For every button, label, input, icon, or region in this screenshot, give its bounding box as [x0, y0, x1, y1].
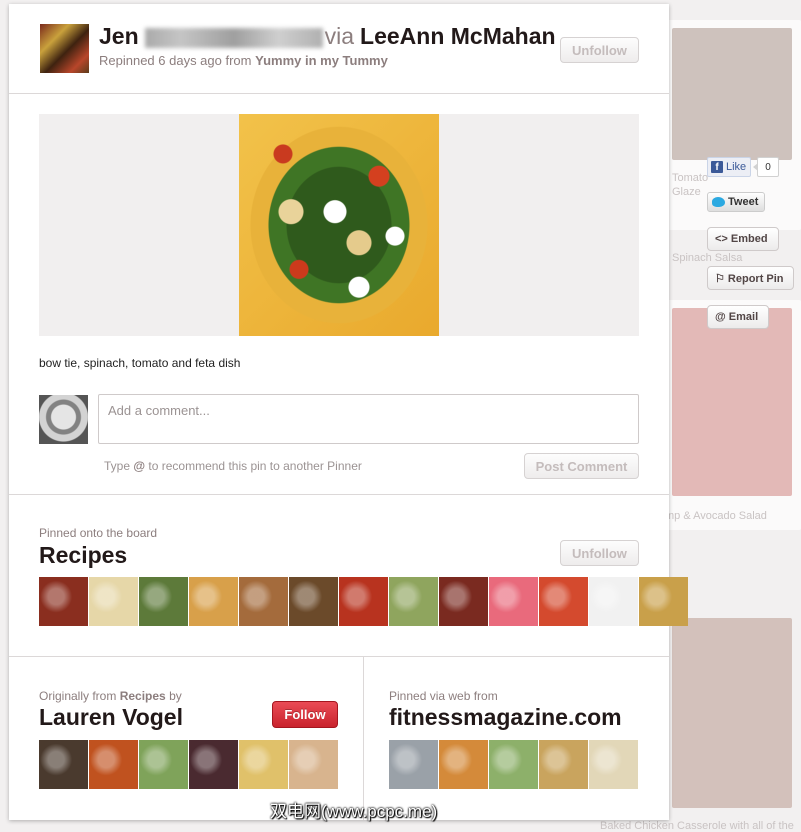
- redacted-surname: [144, 28, 323, 48]
- pin-thumbnail[interactable]: [139, 577, 188, 626]
- source-domain[interactable]: fitnessmagazine.com: [389, 704, 622, 731]
- pin-thumbnail[interactable]: [189, 740, 238, 789]
- pin-closeup-card: Jen via LeeAnn McMahan Repinned 6 days a…: [9, 4, 688, 820]
- pin-thumbnail[interactable]: [239, 740, 288, 789]
- twitter-bird-icon: [712, 197, 725, 207]
- pin-description: bow tie, spinach, tomato and feta dish: [39, 356, 241, 370]
- background-pin-caption: Baked Chicken Casserole with all of the: [600, 820, 794, 832]
- pin-thumbnail[interactable]: [39, 740, 88, 789]
- origin-label: Originally from Recipes by: [39, 689, 182, 703]
- pin-thumbnail[interactable]: [489, 577, 538, 626]
- background-pin-caption: mp & Avocado Salad: [665, 510, 767, 522]
- comment-input[interactable]: [98, 394, 639, 444]
- like-label: Like: [726, 161, 747, 173]
- follow-button[interactable]: Follow: [272, 701, 338, 728]
- like-count: 0: [753, 157, 779, 177]
- mention-at: @: [133, 459, 146, 473]
- pin-thumbnail[interactable]: [389, 740, 438, 789]
- divider: [9, 656, 669, 657]
- origin-label-suffix: by: [169, 689, 182, 703]
- pin-thumbnail[interactable]: [539, 577, 588, 626]
- tweet-button[interactable]: Tweet: [707, 192, 765, 212]
- background-pin-image: [672, 28, 792, 160]
- pin-thumbnail[interactable]: [89, 577, 138, 626]
- mention-hint: Type @ to recommend this pin to another …: [104, 459, 362, 473]
- pin-thumbnail[interactable]: [639, 577, 688, 626]
- via-pinner-name[interactable]: LeeAnn McMahan: [360, 23, 556, 50]
- watermark: 双电网(www.pcpc.me): [270, 802, 438, 821]
- pin-thumbnail[interactable]: [39, 577, 88, 626]
- source-thumbnails: [389, 740, 638, 789]
- pin-thumbnail[interactable]: [339, 577, 388, 626]
- pin-thumbnail[interactable]: [239, 577, 288, 626]
- board-thumbnails: [39, 577, 688, 626]
- board-name[interactable]: Recipes: [39, 542, 127, 569]
- pin-thumbnail[interactable]: [189, 577, 238, 626]
- pin-thumbnail[interactable]: [589, 740, 638, 789]
- divider: [9, 494, 669, 495]
- divider: [9, 93, 669, 94]
- pin-thumbnail[interactable]: [489, 740, 538, 789]
- pin-thumbnail[interactable]: [289, 740, 338, 789]
- column-divider: [363, 657, 364, 820]
- mention-hint-suffix: to recommend this pin to another Pinner: [148, 459, 362, 473]
- email-button[interactable]: @ Email: [707, 305, 769, 329]
- pin-thumbnail[interactable]: [539, 740, 588, 789]
- facebook-like-button[interactable]: f Like: [707, 157, 751, 177]
- board-label: Pinned onto the board: [39, 526, 158, 540]
- background-pin-caption: Tomato: [672, 172, 709, 184]
- background-pin-image: [672, 618, 792, 808]
- unfollow-pinner-button[interactable]: Unfollow: [560, 37, 639, 63]
- pinner-attribution: Jen via LeeAnn McMahan: [99, 23, 556, 53]
- origin-label-prefix: Originally from: [39, 689, 117, 703]
- pin-thumbnail[interactable]: [89, 740, 138, 789]
- background-pin-image: [672, 308, 792, 496]
- origin-pinner-name[interactable]: Lauren Vogel: [39, 704, 183, 731]
- pin-photo[interactable]: [239, 114, 439, 336]
- mention-hint-prefix: Type: [104, 459, 131, 473]
- facebook-icon: f: [711, 161, 723, 173]
- pinner-name[interactable]: Jen: [99, 23, 139, 50]
- via-word: via: [324, 23, 355, 49]
- commenter-avatar: [39, 395, 88, 444]
- email-label: @ Email: [715, 311, 759, 323]
- tweet-label: Tweet: [728, 196, 759, 208]
- pinner-avatar[interactable]: [40, 24, 89, 73]
- background-pin-caption: Spinach Salsa: [672, 252, 743, 264]
- pin-thumbnail[interactable]: [289, 577, 338, 626]
- post-comment-button[interactable]: Post Comment: [524, 453, 639, 479]
- background-pin-caption: Glaze: [672, 186, 701, 198]
- unfollow-board-button[interactable]: Unfollow: [560, 540, 639, 566]
- origin-board-link[interactable]: Recipes: [120, 689, 166, 703]
- report-pin-button[interactable]: ⚐ Report Pin: [707, 266, 794, 290]
- pin-header: Jen via LeeAnn McMahan Repinned 6 days a…: [9, 4, 669, 94]
- origin-thumbnails: [39, 740, 338, 789]
- pin-thumbnail[interactable]: [439, 577, 488, 626]
- repin-prefix: Repinned 6 days ago from: [99, 53, 252, 68]
- pin-thumbnail[interactable]: [439, 740, 488, 789]
- report-pin-label: ⚐ Report Pin: [715, 272, 784, 285]
- pin-thumbnail[interactable]: [389, 577, 438, 626]
- pin-image-area: [39, 114, 639, 336]
- pin-thumbnail[interactable]: [139, 740, 188, 789]
- repin-board-link[interactable]: Yummy in my Tummy: [255, 53, 388, 68]
- embed-label: <> Embed: [715, 233, 768, 245]
- pin-thumbnail[interactable]: [589, 577, 638, 626]
- repin-info: Repinned 6 days ago from Yummy in my Tum…: [99, 53, 388, 68]
- source-label: Pinned via web from: [389, 689, 498, 703]
- embed-button[interactable]: <> Embed: [707, 227, 779, 251]
